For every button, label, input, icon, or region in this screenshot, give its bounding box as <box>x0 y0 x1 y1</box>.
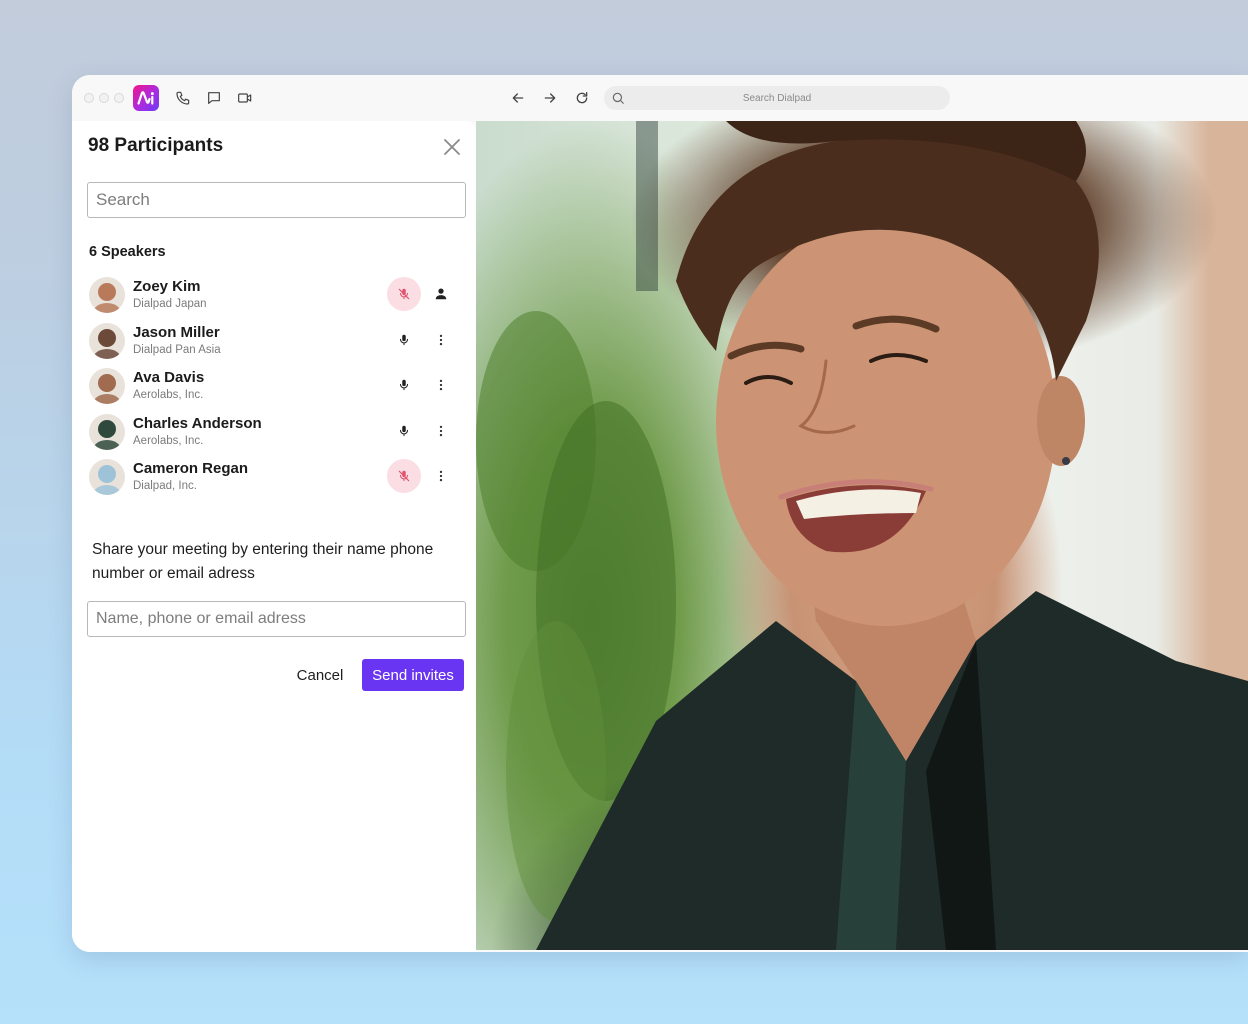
window-controls <box>84 93 124 103</box>
more-vertical-icon <box>439 425 443 437</box>
speakers-section-label: 6 Speakers <box>89 244 166 260</box>
forward-button[interactable] <box>540 88 560 108</box>
mic-icon <box>399 425 409 436</box>
unmute-button[interactable] <box>387 277 421 311</box>
more-options-button[interactable] <box>431 421 451 441</box>
more-options-button[interactable] <box>431 466 451 486</box>
more-vertical-icon <box>439 471 443 482</box>
avatar-image <box>89 322 125 359</box>
video-feed <box>476 121 1248 950</box>
forward-arrow-icon <box>544 93 556 103</box>
speaker-organization: Aerolabs, Inc. <box>133 434 204 447</box>
app-window: 98 Participants 6 Speakers Zoey Kim Dialp… <box>72 75 1248 952</box>
mute-button[interactable] <box>387 323 421 357</box>
back-button[interactable] <box>508 88 528 108</box>
more-vertical-icon <box>439 379 443 391</box>
speaker-name: Zoey Kim <box>133 278 201 295</box>
avatar-image <box>89 368 125 405</box>
speaker-name: Charles Anderson <box>133 414 262 432</box>
speaker-row[interactable]: Zoey Kim Dialpad Japan <box>89 275 469 321</box>
close-window-button[interactable] <box>84 93 94 103</box>
invite-input[interactable] <box>87 601 466 637</box>
chat-icon <box>208 92 220 104</box>
search-icon <box>612 92 624 104</box>
speaker-row[interactable]: Jason Miller Dialpad Pan Asia <box>89 321 469 367</box>
avatar-image <box>89 413 125 450</box>
avatar <box>89 459 125 496</box>
participant-video-image <box>476 121 1248 950</box>
person-icon <box>435 288 447 300</box>
close-panel-button[interactable] <box>442 137 462 157</box>
profile-button[interactable] <box>431 284 451 304</box>
maximize-window-button[interactable] <box>114 93 124 103</box>
global-search-input[interactable] <box>604 86 950 110</box>
video-button[interactable] <box>235 88 255 108</box>
speaker-row[interactable]: Ava Davis Aerolabs, Inc. <box>89 366 469 412</box>
speaker-name: Cameron Regan <box>133 460 249 478</box>
reload-button[interactable] <box>572 88 592 108</box>
cancel-button[interactable]: Cancel <box>286 659 354 691</box>
more-options-button[interactable] <box>431 375 451 395</box>
app-logo[interactable] <box>133 85 159 111</box>
phone-icon <box>176 91 190 105</box>
avatar <box>89 322 125 359</box>
panel-title: 98 Participants <box>88 135 224 156</box>
more-vertical-icon <box>439 334 443 345</box>
speaker-organization: Dialpad, Inc. <box>133 480 197 493</box>
avatar <box>89 277 125 313</box>
reload-icon <box>576 92 588 104</box>
speaker-row[interactable]: Charles Anderson Aerolabs, Inc. <box>89 412 469 458</box>
more-options-button[interactable] <box>431 330 451 350</box>
speaker-organization: Dialpad Japan <box>133 298 207 310</box>
browser-navigation <box>508 88 592 108</box>
participant-search-input[interactable] <box>87 182 466 218</box>
close-icon <box>444 139 460 155</box>
speaker-name: Ava Davis <box>133 369 205 387</box>
avatar <box>89 413 125 450</box>
minimize-window-button[interactable] <box>99 93 109 103</box>
mute-button[interactable] <box>387 414 421 448</box>
speaker-organization: Dialpad Pan Asia <box>133 343 221 356</box>
avatar <box>89 368 125 405</box>
mic-icon <box>399 379 409 391</box>
speaker-row[interactable]: Cameron Regan Dialpad, Inc. <box>89 457 469 503</box>
back-arrow-icon <box>512 93 524 103</box>
avatar-image <box>89 277 125 313</box>
mute-button[interactable] <box>387 368 421 402</box>
mic-icon <box>399 334 409 345</box>
send-invites-button[interactable]: Send invites <box>362 659 464 691</box>
unmute-button[interactable] <box>387 459 421 494</box>
avatar-image <box>89 459 125 496</box>
participants-panel: 98 Participants 6 Speakers Zoey Kim Dialp… <box>72 121 476 952</box>
mic-off-icon <box>398 288 410 300</box>
video-icon <box>238 93 252 103</box>
speaker-list: Zoey Kim Dialpad Japan Jason Miller Dialpad… <box>89 275 469 503</box>
speaker-organization: Aerolabs, Inc. <box>133 389 204 402</box>
speaker-name: Jason Miller <box>133 323 220 341</box>
global-search-bar[interactable] <box>604 86 950 110</box>
chat-button[interactable] <box>204 88 224 108</box>
title-bar <box>72 75 1248 121</box>
logo-icon <box>137 91 154 105</box>
mic-off-icon <box>398 471 410 482</box>
phone-button[interactable] <box>173 88 193 108</box>
share-instructions: Share your meeting by entering their nam… <box>92 541 434 582</box>
